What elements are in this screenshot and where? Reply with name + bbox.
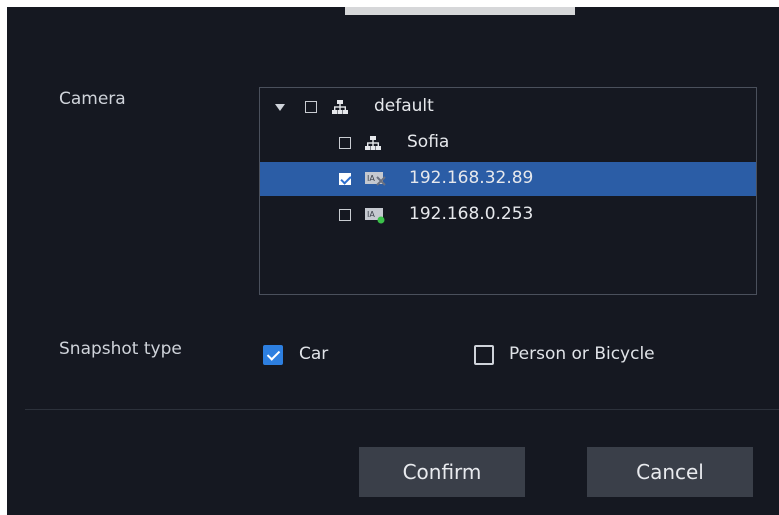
tree-checkbox-sofia[interactable] (339, 137, 351, 149)
snapshot-type-label: Snapshot type (59, 339, 182, 359)
tree-node-label: 192.168.32.89 (409, 168, 534, 188)
car-label: Car (299, 344, 329, 364)
confirm-button[interactable]: Confirm (359, 447, 525, 497)
person-bicycle-label: Person or Bicycle (509, 344, 655, 364)
svg-text:IA: IA (367, 210, 375, 219)
tree-node-label: 192.168.0.253 (409, 204, 534, 224)
tree-checkbox-camera-1[interactable] (339, 173, 351, 185)
divider (25, 409, 779, 410)
person-bicycle-checkbox[interactable] (474, 345, 494, 365)
tree-node-label: Sofia (407, 132, 450, 152)
network-icon (365, 136, 381, 150)
camera-offline-icon: IA (365, 172, 386, 186)
expand-arrow-icon[interactable] (275, 104, 285, 111)
tree-node-default[interactable]: default (260, 90, 756, 124)
camera-tree[interactable]: default Sofia IA 192.168.32.89 IA 192.16… (259, 87, 757, 295)
tree-node-sofia[interactable]: Sofia (260, 126, 756, 160)
network-icon (332, 100, 348, 114)
cancel-button[interactable]: Cancel (587, 447, 753, 497)
camera-label: Camera (59, 89, 126, 109)
tree-checkbox-default[interactable] (305, 101, 317, 113)
tree-node-camera-192-168-32-89[interactable]: IA 192.168.32.89 (260, 162, 756, 196)
svg-text:IA: IA (367, 174, 375, 183)
car-checkbox[interactable] (263, 345, 283, 365)
tree-node-camera-192-168-0-253[interactable]: IA 192.168.0.253 (260, 198, 756, 232)
tree-node-label: default (374, 96, 434, 116)
tree-checkbox-camera-2[interactable] (339, 209, 351, 221)
title-bar-strip (345, 7, 575, 15)
snapshot-dialog: Camera default Sofia IA 192.168.32.89 IA… (7, 7, 779, 515)
camera-online-icon: IA (365, 208, 385, 224)
